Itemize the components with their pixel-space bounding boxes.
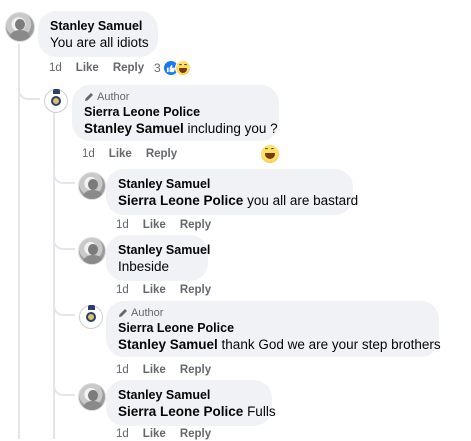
avatar-body [83, 190, 103, 199]
police-crest-icon [86, 312, 96, 322]
comment-time[interactable]: 1d [116, 218, 129, 232]
like-button[interactable]: Like [143, 218, 166, 232]
comment-body: you all are bastard [243, 193, 359, 208]
thread-curve [53, 372, 75, 396]
avatar-body [83, 401, 103, 410]
comment-body: Fulls [243, 404, 276, 419]
pencil-icon [85, 93, 93, 101]
mention-link[interactable]: Sierra Leone Police [118, 193, 243, 208]
reaction-summary[interactable] [261, 145, 279, 163]
comment-bubble: Stanley Samuel Inbeside [106, 235, 210, 281]
avatar-body [83, 255, 103, 264]
reply-button[interactable]: Reply [113, 61, 144, 75]
like-button[interactable]: Like [109, 147, 132, 161]
avatar[interactable] [78, 237, 106, 265]
comment-author-name[interactable]: Sierra Leone Police [118, 320, 427, 336]
comment-time[interactable]: 1d [116, 283, 129, 297]
haha-emoji-icon [174, 60, 191, 76]
comment-text: Inbeside [118, 259, 170, 274]
thread-curve [53, 292, 75, 316]
police-crest-icon [51, 96, 61, 106]
like-button[interactable]: Like [76, 61, 99, 75]
page-logo-avatar[interactable] [79, 305, 103, 329]
comment-bubble: Stanley Samuel Sierra Leone Police you a… [106, 169, 358, 215]
avatar[interactable] [5, 12, 35, 42]
crown-icon [53, 89, 60, 94]
comment-body: thank God we are your step brothers [217, 337, 441, 352]
pencil-icon [119, 309, 127, 317]
like-button[interactable]: Like [143, 283, 166, 297]
comment-author-name[interactable]: Stanley Samuel [118, 242, 210, 258]
haha-emoji-icon [261, 145, 279, 163]
author-label: Author [131, 307, 164, 319]
reply-button[interactable]: Reply [180, 283, 211, 297]
comment-author-name[interactable]: Stanley Samuel [50, 18, 146, 34]
page-logo-avatar[interactable] [44, 89, 68, 113]
thread-curve [18, 70, 40, 100]
comment-time[interactable]: 1d [82, 147, 95, 161]
avatar-body [10, 30, 30, 41]
mention-link[interactable]: Stanley Samuel [84, 121, 184, 136]
comment-author-name[interactable]: Sierra Leone Police [84, 104, 267, 120]
crown-icon [88, 305, 95, 310]
comment-actions: 1d Like Reply [49, 61, 144, 75]
comment-actions: 1d Like Reply [116, 363, 211, 377]
reaction-count: 3 [154, 61, 161, 75]
thread-line-main [18, 44, 20, 439]
comment-actions: 1d Like Reply [116, 283, 211, 297]
reaction-summary[interactable]: 3 [154, 60, 191, 76]
comment-time[interactable]: 1d [49, 61, 62, 75]
author-label: Author [97, 91, 130, 103]
comment-author-name[interactable]: Stanley Samuel [118, 387, 260, 403]
avatar-head [88, 179, 98, 190]
comment-actions: 1d Like Reply [82, 147, 177, 161]
avatar-head [88, 244, 98, 255]
avatar[interactable] [78, 383, 106, 411]
comment-text: Stanley Samuel including you ? [84, 120, 278, 137]
comment-text: Stanley Samuel thank God we are your ste… [118, 336, 441, 353]
comment-author-name[interactable]: Stanley Samuel [118, 176, 341, 192]
reply-button[interactable]: Reply [180, 363, 211, 377]
mention-link[interactable]: Sierra Leone Police [118, 404, 243, 419]
avatar-head [88, 390, 98, 401]
comment-time[interactable]: 1d [116, 363, 129, 377]
comment-text: You are all idiots [50, 35, 149, 50]
comment-bubble: Author Sierra Leone Police Stanley Samue… [72, 85, 279, 141]
reply-button[interactable]: Reply [180, 218, 211, 232]
mention-link[interactable]: Stanley Samuel [118, 337, 218, 352]
comment-body: including you ? [183, 121, 278, 136]
reply-button[interactable]: Reply [146, 147, 177, 161]
comment-bubble: Stanley Samuel You are all idiots [38, 11, 158, 57]
like-button[interactable]: Like [143, 363, 166, 377]
avatar-head [15, 19, 25, 30]
comment-bubble: Author Sierra Leone Police Stanley Samue… [106, 301, 441, 357]
comment-actions: 1d Like Reply [116, 218, 211, 232]
thread-curve [53, 226, 75, 250]
avatar[interactable] [78, 172, 106, 200]
author-badge: Author [84, 90, 267, 104]
comment-bubble: Stanley Samuel Sierra Leone Police Fulls [106, 380, 276, 426]
author-badge: Author [118, 306, 427, 320]
comment-text: Sierra Leone Police Fulls [118, 403, 276, 420]
comment-text: Sierra Leone Police you all are bastard [118, 192, 358, 209]
thread-curve [53, 160, 75, 184]
